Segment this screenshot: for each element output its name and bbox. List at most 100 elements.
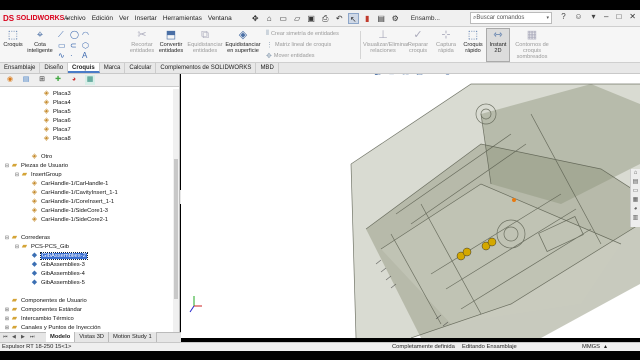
tree-node[interactable]: ⊟ ▰ Piezas de Usuario [4,161,68,170]
options-gear-icon[interactable]: ⚙ [390,13,401,24]
tab-complementos[interactable]: Complementos de SOLIDWORKS [156,63,257,73]
tree-node[interactable]: ◈ Placa8 [36,134,71,143]
tree-node[interactable]: ◈ CarHandle-1/SideCore2-1 [24,215,108,224]
tree-node[interactable]: ◈ CarHandle-1/SideCore1-3 [24,206,108,215]
point-icon[interactable]: · [70,51,81,60]
arc-icon[interactable]: ◠ [82,30,93,40]
view-palette-icon[interactable]: ▦ [631,196,640,205]
mold-assembly-model[interactable] [181,74,640,338]
new-document-icon[interactable]: ▭ [278,13,289,24]
tree-node[interactable]: ◈ CarHandle-1/CavityInsert_1-1 [24,188,118,197]
tab-marca[interactable]: Marca [100,63,126,73]
search-commands-input[interactable]: ⌕ Buscar comandos ▾ [470,12,552,24]
property-manager-tab-icon[interactable]: ▤ [21,75,31,85]
tab-vistas-3d[interactable]: Vistas 3D [75,332,109,342]
account-icon[interactable]: ☺ [573,12,584,24]
linear-pattern-item[interactable]: ⋮ Matriz lineal de croquis [266,41,331,49]
tab-diseno[interactable]: Diseño [40,63,69,73]
menu-archivo[interactable]: Archivo [64,15,86,22]
print-icon[interactable]: ⎙ [320,13,331,24]
tree-node[interactable] [24,224,30,233]
last-tab-arrow-icon[interactable]: ⏭ [30,334,35,340]
tree-node[interactable]: ◈ CarHandle-1/CoreInsert_1-1 [24,197,114,206]
menu-edicion[interactable]: Edición [92,15,113,22]
repair-sketch-button[interactable]: ✓ Reparar croquis [405,29,431,54]
maximize-icon[interactable]: □ [616,12,621,21]
status-units[interactable]: MMGS [582,344,600,350]
rebuild-icon[interactable]: ▮ [362,13,373,24]
tree-node[interactable]: ◈ Placa3 [36,89,71,98]
mirror-entities-item[interactable]: ⫴ Crear simetría de entidades [266,30,339,38]
tree-node[interactable]: ⊟ ▰ PCS-PCS_Gib [14,242,69,251]
tree-node[interactable]: ◈ Placa4 [36,98,71,107]
appearances-icon[interactable]: ◕ [631,205,640,214]
tab-motion-study[interactable]: Motion Study 1 [109,332,157,342]
move-entities-item[interactable]: ✥ Mover entidades [266,52,315,60]
tree-node[interactable]: ◆ GibAssemblies-5 [24,278,85,287]
pin-icon[interactable]: ✥ [250,13,261,24]
tab-mbd[interactable]: MBD [256,63,279,73]
minimize-icon[interactable]: – [604,12,608,21]
scrollbar-thumb[interactable] [174,159,178,299]
tab-croquis[interactable]: Croquis [68,63,100,73]
tab-calcular[interactable]: Calcular [125,63,157,73]
tree-node[interactable]: ⊟ ▰ InsertGroup [14,170,62,179]
configuration-manager-tab-icon[interactable]: ⊞ [37,75,47,85]
chevron-up-icon[interactable]: ▴ [604,344,607,350]
select-cursor-icon[interactable]: ↖ [347,12,359,24]
tree-node[interactable]: ◈ CarHandle-1/CarHandle-1 [24,179,109,188]
dimxpert-tab-icon[interactable]: ✚ [53,75,63,85]
first-tab-arrow-icon[interactable]: ⏮ [3,334,8,340]
sketch-button[interactable]: ⬚ Croquis [2,29,24,48]
feature-manager-tab-icon[interactable]: ◉ [5,75,15,85]
polygon-icon[interactable]: ⬡ [82,41,93,50]
tree-node[interactable]: ⊞ ▰ Componentes Estándar [4,305,82,314]
tree-node[interactable]: ◈ Otro [24,152,52,161]
next-tab-arrow-icon[interactable]: ▶ [21,334,25,340]
circle-icon[interactable]: ◯ [70,30,81,40]
tree-node[interactable]: ◆ GibAssemblies-4 [24,269,85,278]
solidworks-logo[interactable]: DS SOLIDWORKS ▸ [0,14,69,23]
home-icon[interactable]: ⌂ [264,13,275,24]
smart-dimension-button[interactable]: ⌖ Cota inteligente [26,29,54,54]
tree-node[interactable]: ⊟ ▰ Correderas [4,233,50,242]
display-relations-button[interactable]: ⊥ Visualizar/Eliminar relaciones [363,29,409,54]
convert-entities-button[interactable]: ⬒ Convertir entidades [157,29,185,54]
rectangle-icon[interactable]: ▭ [58,41,69,50]
custom-properties-icon[interactable]: ▥ [631,214,640,223]
menu-herramientas[interactable]: Herramientas [163,15,202,22]
spline-icon[interactable]: ∿ [58,51,69,60]
mold-tools-tab-icon[interactable]: ▦ [85,75,95,85]
tree-node[interactable] [36,143,42,152]
undo-icon[interactable]: ↶ [334,13,345,24]
instant-2d-button[interactable]: ⇿ Instant 2D [486,28,510,62]
open-folder-icon[interactable]: ▱ [292,13,303,24]
tree-node[interactable]: ◆ GibAssemblies-2 [24,251,88,260]
display-manager-tab-icon[interactable]: ◕ [69,75,79,85]
quick-snaps-button[interactable]: ⊹ Captura rápida [433,29,459,54]
tree-node[interactable]: ⊞ ▰ Canales y Puntos de Inyección [4,323,101,332]
offset-on-surface-button[interactable]: ◈ Equidistanciar en superficie [225,29,261,54]
help-icon[interactable]: ? [558,12,569,24]
design-library-icon[interactable]: ▤ [631,178,640,187]
tab-ensamblaje[interactable]: Ensamblaje [0,63,41,73]
save-icon[interactable]: ▣ [306,13,317,24]
tree-node[interactable]: ◈ Placa6 [36,116,71,125]
tree-node[interactable]: ◈ Placa7 [36,125,71,134]
menu-ventana[interactable]: Ventana [208,15,232,22]
tree-node[interactable]: ▰ Componentes de Usuario [4,296,87,305]
graphics-viewport[interactable]: ⌕ ⌕ ↶ ◧ ⊡ ⬚ ◩ ◌ ◍ ◐ ▭ [181,74,640,338]
shaded-sketch-contours-button[interactable]: ▦ Contornos de croquis sombreados [512,29,552,60]
tree-scrollbar[interactable] [173,89,179,337]
text-icon[interactable]: A [82,51,93,60]
menu-ver[interactable]: Ver [119,15,129,22]
trim-button[interactable]: ✂ Recortar entidades [127,29,157,54]
file-explorer-icon[interactable]: ▭ [631,187,640,196]
tree-node[interactable]: ⊞ ▰ Intercambio Térmico [4,314,74,323]
offset-entities-button[interactable]: ⧉ Equidistanciar entidades [186,29,224,54]
slot-icon[interactable]: ⊂ [70,41,81,50]
tree-node[interactable] [24,287,30,296]
line-icon[interactable]: ⟋ [58,30,69,40]
tree-node[interactable]: ◈ Placa5 [36,107,71,116]
solidworks-resources-icon[interactable]: ⌂ [631,169,640,178]
